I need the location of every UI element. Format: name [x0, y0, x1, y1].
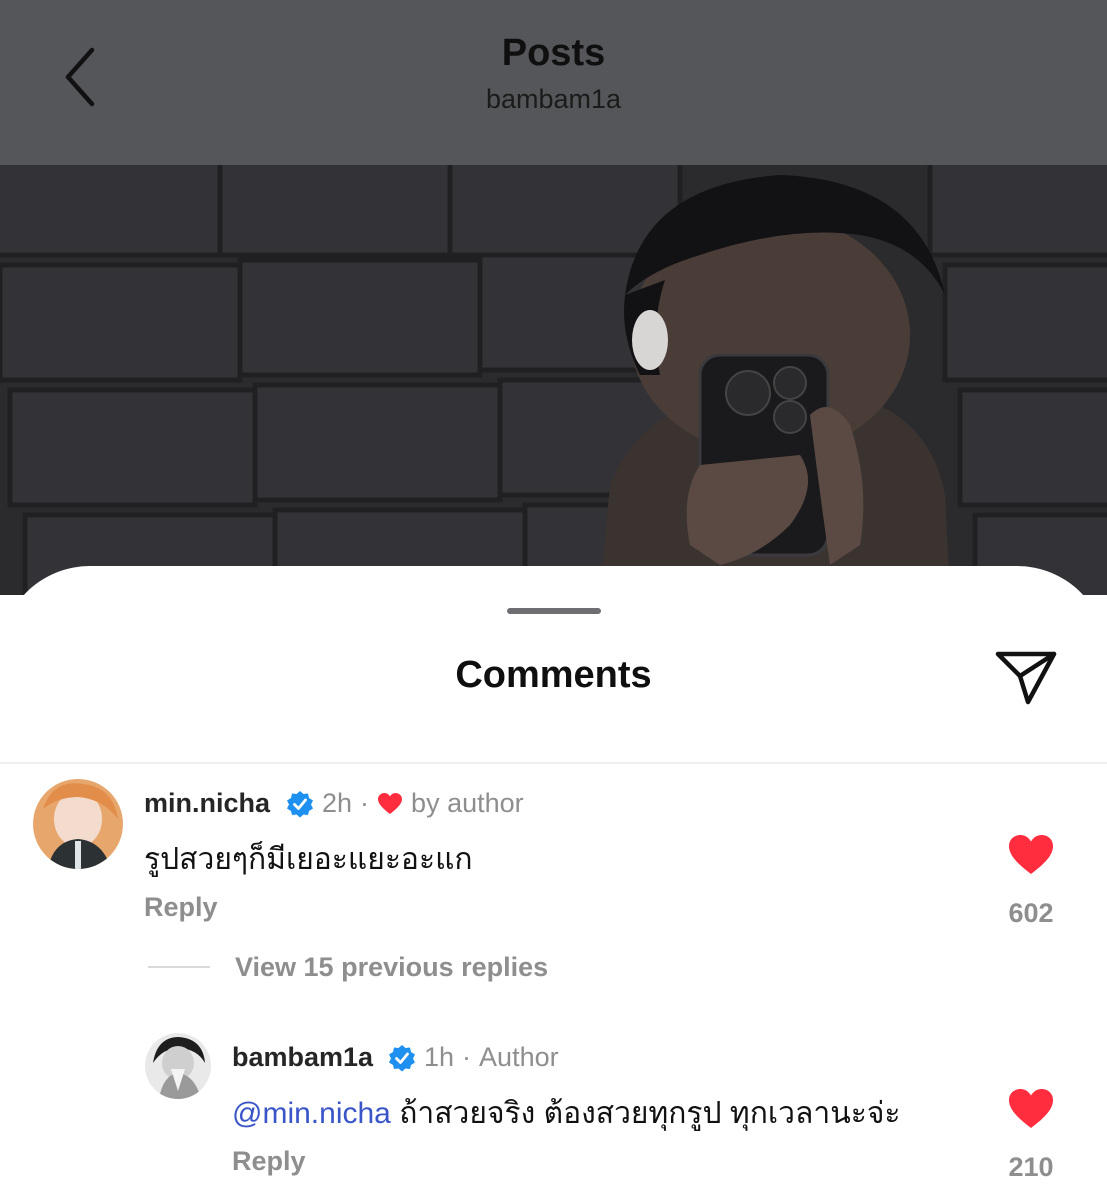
reply-username[interactable]: bambam1a: [232, 1042, 373, 1073]
verified-badge-icon: [389, 1044, 415, 1071]
avatar[interactable]: [33, 779, 123, 869]
heart-icon: [1009, 1089, 1053, 1128]
replies-divider-line: [148, 966, 210, 968]
comments-sheet: Comments min.nicha 2h · by author รูปสวย…: [0, 566, 1107, 1200]
divider: [0, 762, 1107, 764]
meta-separator: ·: [462, 1042, 472, 1072]
like-count: 602: [1008, 898, 1054, 928]
reply-text: @min.nicha ถ้าสวยจริง ต้องสวยทุกรูป ทุกเ…: [232, 1090, 901, 1137]
drag-handle[interactable]: [507, 608, 601, 614]
page-subtitle-username: bambam1a: [485, 84, 622, 114]
view-previous-replies-button[interactable]: View 15 previous replies: [235, 952, 548, 983]
mention-link[interactable]: @min.nicha: [232, 1097, 391, 1130]
comment-time: 2h: [322, 788, 353, 818]
page-title: Posts: [501, 32, 606, 74]
reply-time: 1h: [424, 1042, 455, 1072]
avatar[interactable]: [145, 1033, 211, 1099]
heart-icon: [378, 792, 403, 814]
reply-button[interactable]: Reply: [144, 892, 218, 923]
meta-separator: ·: [360, 788, 370, 818]
like-button[interactable]: [1008, 1088, 1054, 1130]
like-count: 210: [1008, 1152, 1054, 1182]
comment-text: รูปสวยๆก็มีเยอะแยะอะแก: [144, 843, 473, 876]
reply-button[interactable]: Reply: [232, 1146, 306, 1177]
comments-title: Comments: [455, 654, 652, 696]
author-label: Author: [479, 1042, 559, 1072]
top-header: Posts bambam1a: [0, 0, 1107, 165]
heart-icon: [1009, 835, 1053, 874]
comment-username[interactable]: min.nicha: [144, 788, 270, 819]
comment-meta: 2h · by author: [286, 788, 524, 819]
verified-badge-icon: [287, 790, 313, 817]
like-button[interactable]: [1008, 834, 1054, 876]
send-icon: [995, 651, 1057, 705]
reply-body: ถ้าสวยจริง ต้องสวยทุกรูป ทุกเวลานะจ่ะ: [390, 1097, 901, 1130]
reply-meta: 1h · Author: [388, 1042, 559, 1073]
post-photo: [0, 165, 1107, 595]
send-button[interactable]: [992, 642, 1062, 708]
liked-by-author-label: by author: [411, 788, 524, 818]
